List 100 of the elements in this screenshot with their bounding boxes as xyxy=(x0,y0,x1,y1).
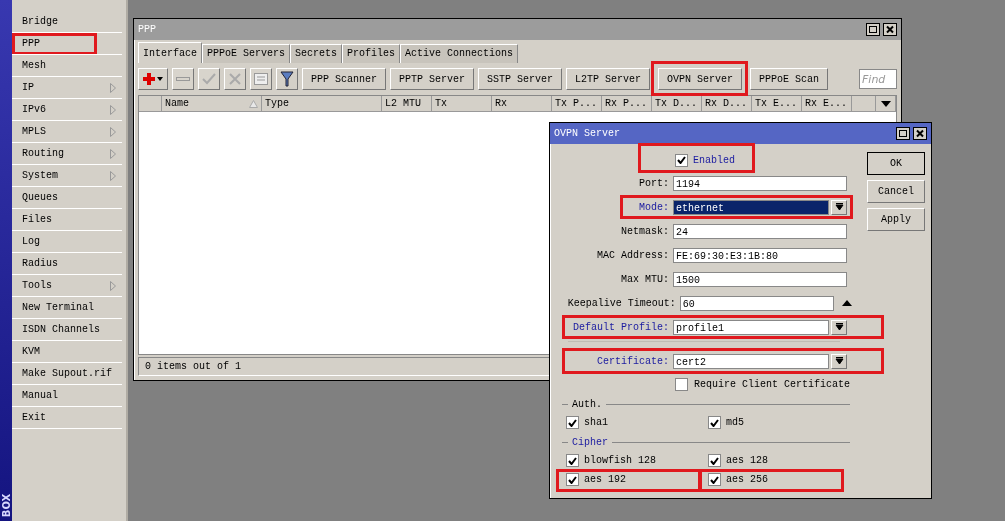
toolbar-button[interactable]: PPTP Server xyxy=(390,68,475,90)
checkbox-label: Require Client Certificate xyxy=(694,378,851,390)
filter-button[interactable] xyxy=(276,68,298,90)
check-icon xyxy=(568,418,577,427)
checkbox-label: sha1 xyxy=(584,417,608,428)
column-menu-button[interactable] xyxy=(876,96,896,112)
sidebar-item[interactable]: KVM xyxy=(12,341,122,363)
field-label: MAC Address: xyxy=(596,249,670,261)
column-header[interactable]: Rx xyxy=(492,96,552,112)
check-icon xyxy=(202,73,216,85)
input-field[interactable]: 60 xyxy=(679,295,835,311)
plus-icon xyxy=(142,72,164,86)
input-field[interactable]: 1500 xyxy=(673,271,847,287)
sidebar-item[interactable]: System xyxy=(12,165,122,187)
sidebar-item[interactable]: Mesh xyxy=(12,55,122,77)
tab[interactable]: PPPoE Servers xyxy=(202,44,291,63)
dialog-button[interactable]: Apply xyxy=(867,208,925,231)
field-label: Mode: xyxy=(638,201,670,213)
sidebar-item[interactable]: Queues xyxy=(12,187,122,209)
close-icon[interactable] xyxy=(913,127,927,140)
input-field[interactable]: 24 xyxy=(673,223,847,239)
check-icon xyxy=(677,156,686,164)
checkbox[interactable] xyxy=(566,416,579,429)
dropdown-arrow-icon xyxy=(834,322,844,332)
sidebar-item[interactable]: ISDN Channels xyxy=(12,319,122,341)
toolbar-button[interactable]: OVPN Server xyxy=(658,68,743,90)
sidebar-item[interactable]: Routing xyxy=(12,143,122,165)
column-header[interactable]: Tx E... xyxy=(752,96,802,112)
add-button[interactable] xyxy=(138,68,168,90)
sidebar-item[interactable]: Tools xyxy=(12,275,122,297)
checkbox-label: Enabled xyxy=(693,154,735,166)
maximize-icon[interactable] xyxy=(896,127,910,140)
input-field[interactable]: FE:69:30:E3:1B:80 xyxy=(673,247,847,263)
checkbox-label: aes 192 xyxy=(584,474,626,485)
sidebar-item[interactable]: Make Supout.rif xyxy=(12,363,122,385)
tab[interactable]: Secrets xyxy=(290,44,343,63)
toolbar-button[interactable]: SSTP Server xyxy=(478,68,563,90)
filter-icon xyxy=(280,71,294,87)
checkbox-label: blowfish 128 xyxy=(584,455,656,466)
enabled-checkbox[interactable] xyxy=(675,153,688,167)
sidebar-item[interactable]: MPLS xyxy=(12,121,122,143)
group-title: Cipher xyxy=(572,437,608,448)
toolbar-button[interactable]: L2TP Server xyxy=(566,68,651,90)
column-header[interactable]: Tx xyxy=(432,96,492,112)
input-field[interactable]: ethernet xyxy=(673,199,829,215)
note-icon xyxy=(254,73,268,85)
column-header[interactable]: Rx D... xyxy=(702,96,752,112)
column-header[interactable]: Name xyxy=(162,96,262,112)
checkbox[interactable] xyxy=(566,454,579,467)
find-field[interactable]: Find xyxy=(859,69,897,89)
dropdown-button[interactable] xyxy=(831,319,847,335)
checkbox[interactable] xyxy=(708,416,721,429)
check-icon xyxy=(568,456,577,465)
sidebar-item[interactable]: Files xyxy=(12,209,122,231)
submenu-arrow-icon xyxy=(110,170,116,181)
input-field[interactable]: 1194 xyxy=(673,175,847,191)
sidebar-item[interactable]: Manual xyxy=(12,385,122,407)
dialog-button[interactable]: Cancel xyxy=(867,180,925,203)
dropdown-button[interactable] xyxy=(831,199,847,215)
field-label: Port: xyxy=(638,177,670,189)
sidebar-item[interactable]: IPv6 xyxy=(12,99,122,121)
close-icon[interactable] xyxy=(883,23,897,36)
checkbox[interactable] xyxy=(708,473,721,486)
maximize-icon[interactable] xyxy=(866,23,880,36)
checkbox[interactable] xyxy=(566,473,579,486)
submenu-arrow-icon xyxy=(110,280,116,291)
input-field[interactable]: profile1 xyxy=(673,319,829,335)
column-header[interactable]: Tx D... xyxy=(652,96,702,112)
tab[interactable]: Interface xyxy=(138,42,202,63)
sidebar-item[interactable]: Log xyxy=(12,231,122,253)
column-header[interactable]: Tx P... xyxy=(552,96,602,112)
checkbox[interactable] xyxy=(675,377,688,391)
toolbar-button[interactable]: PPPoE Scan xyxy=(750,68,829,90)
check-icon xyxy=(568,475,577,484)
dropdown-button[interactable] xyxy=(831,353,847,369)
window-title: OVPN Server xyxy=(554,128,620,139)
column-header[interactable]: L2 MTU xyxy=(382,96,432,112)
checkbox[interactable] xyxy=(708,454,721,467)
dialog-button[interactable]: OK xyxy=(867,152,925,175)
submenu-arrow-icon xyxy=(110,104,116,115)
up-arrow-icon[interactable] xyxy=(842,300,852,306)
sidebar-item[interactable]: Exit xyxy=(12,407,122,429)
dropdown-arrow-icon xyxy=(834,202,844,212)
sidebar-item[interactable]: New Terminal xyxy=(12,297,122,319)
tab[interactable]: Profiles xyxy=(342,44,401,63)
sidebar-item[interactable]: PPP xyxy=(12,33,122,55)
column-header[interactable]: Type xyxy=(262,96,382,112)
input-field[interactable]: cert2 xyxy=(673,353,829,369)
toolbar-button[interactable]: PPP Scanner xyxy=(302,68,386,90)
sidebar-item[interactable]: IP xyxy=(12,77,122,99)
checkbox-label: aes 256 xyxy=(726,474,768,485)
submenu-arrow-icon xyxy=(110,126,116,137)
field-label: Keepalive Timeout: xyxy=(566,297,677,309)
column-header[interactable]: Rx E... xyxy=(802,96,852,112)
field-label: Netmask: xyxy=(620,225,670,237)
sidebar-item[interactable]: Bridge xyxy=(12,11,122,33)
tab[interactable]: Active Connections xyxy=(400,44,519,63)
column-header[interactable]: Rx P... xyxy=(602,96,652,112)
sidebar-item[interactable]: Radius xyxy=(12,253,122,275)
down-arrow-icon xyxy=(880,100,891,107)
